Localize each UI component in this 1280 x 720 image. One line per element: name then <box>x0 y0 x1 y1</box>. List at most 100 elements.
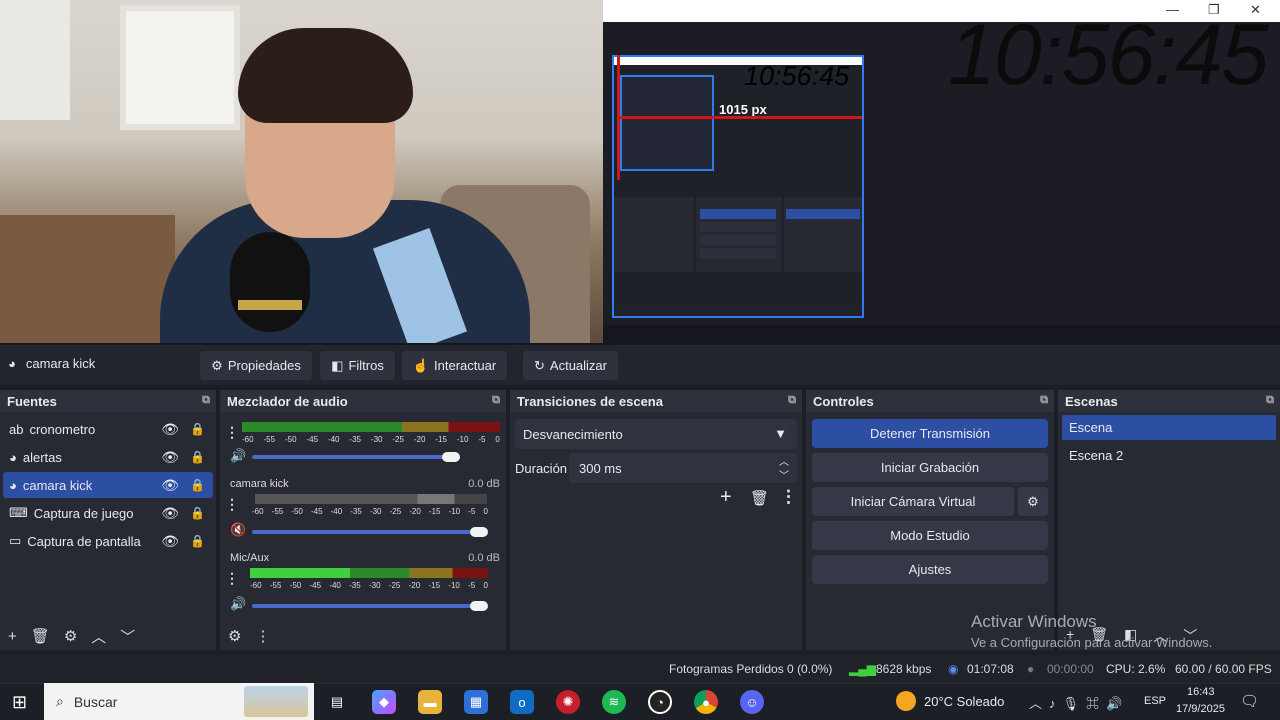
properties-button[interactable]: ⚙ Propiedades <box>200 351 312 380</box>
settings-button[interactable]: Ajustes <box>812 555 1048 584</box>
scale-tick: -40 <box>327 435 340 444</box>
popout-icon[interactable]: ⧉ <box>788 394 796 407</box>
scale-tick: -20 <box>413 435 426 444</box>
muted-speaker-icon[interactable]: 🔇 <box>230 522 246 538</box>
source-item-camara-kick[interactable]: ◕ camara kick 👁 🔒 <box>3 472 213 498</box>
lock-icon[interactable]: 🔒 <box>190 422 205 436</box>
weather-text[interactable]: 20°C Soleado <box>924 694 1004 709</box>
eye-icon[interactable]: 👁 <box>161 505 179 522</box>
menu-dots-icon[interactable]: ⋮ <box>255 627 270 645</box>
volume-slider[interactable] <box>252 530 482 534</box>
clock-date[interactable]: 17/9/2025 <box>1176 703 1225 715</box>
scale-tick: -60 <box>250 581 262 590</box>
source-label: camara kick <box>22 477 93 493</box>
outlook-icon[interactable]: o <box>510 690 534 714</box>
spin-up-icon[interactable]: ︿ <box>779 453 789 468</box>
volume-slider-handle[interactable] <box>470 601 488 611</box>
popout-icon[interactable]: ⧉ <box>202 394 210 407</box>
volume-slider[interactable] <box>252 455 452 459</box>
menu-dots-icon[interactable]: ⋮ <box>225 496 239 513</box>
lock-icon[interactable]: 🔒 <box>190 506 205 520</box>
transition-selected: Desvanecimiento <box>523 427 623 442</box>
lock-icon[interactable]: 🔒 <box>190 478 205 492</box>
source-toolbar <box>0 345 1280 385</box>
popout-icon[interactable]: ⧉ <box>1266 394 1274 407</box>
spin-down-icon[interactable]: ﹀ <box>779 467 789 482</box>
add-icon[interactable]: + <box>8 628 17 645</box>
windows-start-icon[interactable]: ⊞ <box>12 692 27 713</box>
store-icon[interactable]: ▦ <box>464 690 488 714</box>
stream-time: 01:07:08 <box>967 662 1014 676</box>
eye-icon[interactable]: 👁 <box>161 533 179 550</box>
lock-icon[interactable]: 🔒 <box>190 534 205 548</box>
start-recording-button[interactable]: Iniciar Grabación <box>812 453 1048 482</box>
start-virtual-camera-button[interactable]: Iniciar Cámara Virtual <box>812 487 1014 516</box>
scale-tick: -5 <box>468 507 476 516</box>
scale-tick: -10 <box>448 507 461 516</box>
eye-icon[interactable]: 👁 <box>161 449 179 466</box>
discord-icon[interactable]: ☺ <box>740 690 764 714</box>
taskbar-search[interactable]: ⌕ Buscar <box>44 683 314 720</box>
gears-icon[interactable]: ⚙ <box>228 627 241 645</box>
copilot-icon[interactable]: ◆ <box>372 690 396 714</box>
stop-streaming-button[interactable]: Detener Transmisión <box>812 419 1048 448</box>
obs-icon[interactable]: ◔ <box>648 690 672 714</box>
volume-meter <box>250 568 488 578</box>
app-red-icon[interactable]: ✺ <box>556 690 580 714</box>
chevron-down-icon[interactable]: ﹀ <box>120 626 135 647</box>
task-view-icon[interactable]: ▤ <box>325 690 349 714</box>
virtual-camera-settings-button[interactable]: ⚙ <box>1018 487 1048 516</box>
refresh-button[interactable]: ↻ Actualizar <box>523 351 618 380</box>
red-guide-horizontal <box>617 116 862 119</box>
volume-slider-handle[interactable] <box>470 527 488 537</box>
gear-icon[interactable]: ⚙ <box>64 627 77 645</box>
scene-item-escena[interactable]: Escena <box>1062 415 1276 440</box>
cronometro-text: 10:56:45 <box>948 7 1269 103</box>
file-explorer-icon[interactable]: ▬ <box>418 690 442 714</box>
transition-select[interactable]: Desvanecimiento ▼ <box>515 419 797 449</box>
preview-canvas[interactable]: — ❐ ✕ 10:56:45 10:56:45 1015 px <box>0 0 1280 345</box>
clock-time[interactable]: 16:43 <box>1187 686 1215 698</box>
eye-icon[interactable]: 👁 <box>161 421 179 438</box>
menu-dots-icon[interactable]: ⋮ <box>225 570 239 587</box>
duration-value: 300 ms <box>579 461 622 476</box>
source-item-captura-de-pantalla[interactable]: ▭ Captura de pantalla 👁 🔒 <box>3 528 213 554</box>
scenes-title: Escenas <box>1065 394 1118 409</box>
fps: 60.00 / 60.00 FPS <box>1175 662 1272 676</box>
language-indicator[interactable]: ESP <box>1144 695 1166 707</box>
studio-mode-button[interactable]: Modo Estudio <box>812 521 1048 550</box>
selected-source: ◕ camara kick <box>8 356 95 371</box>
mixer-channel-partial: ⋮ -60 -55 -50 -45 -40 -35 -30 -25 -20 -15 -10 -5 0 🔊 <box>220 414 506 466</box>
menu-dots-icon[interactable]: ⋮ <box>225 424 239 441</box>
scale-tick: -30 <box>370 435 383 444</box>
volume-slider[interactable] <box>252 604 482 608</box>
popout-icon[interactable]: ⧉ <box>1040 394 1048 407</box>
notification-icon[interactable]: 🗨 <box>1240 692 1259 710</box>
source-item-cronometro[interactable]: ab cronometro 👁 🔒 <box>3 416 213 442</box>
gamepad-icon: ⌨ <box>9 505 28 520</box>
volume-meter <box>242 422 500 432</box>
spotify-icon[interactable]: ≋ <box>602 690 626 714</box>
filters-button[interactable]: ◧ Filtros <box>320 351 395 380</box>
microphone-band <box>238 300 302 310</box>
scene-item-escena-2[interactable]: Escena 2 <box>1062 443 1276 468</box>
scale-tick: -35 <box>350 507 362 516</box>
chevron-up-icon[interactable]: ︿ <box>91 626 106 647</box>
trash-icon[interactable]: 🗑 <box>750 489 769 507</box>
eye-icon[interactable]: 👁 <box>161 477 179 494</box>
system-tray-icons[interactable]: ︿♪🎙⌘🔊 <box>1029 693 1129 712</box>
volume-slider-handle[interactable] <box>442 452 460 462</box>
speaker-icon[interactable]: 🔊 <box>230 448 246 464</box>
menu-dots-icon[interactable]: ⋮ <box>780 487 797 507</box>
source-item-alertas[interactable]: ◕ alertas 👁 🔒 <box>3 444 213 470</box>
duration-input[interactable]: 300 ms ︿ ﹀ <box>569 453 797 483</box>
chrome-icon[interactable]: ● <box>694 690 718 714</box>
popout-icon[interactable]: ⧉ <box>492 394 500 407</box>
scale-tick: -15 <box>435 435 447 444</box>
interact-button[interactable]: ☝ Interactuar <box>402 351 507 380</box>
lock-icon[interactable]: 🔒 <box>190 450 205 464</box>
trash-icon[interactable]: 🗑 <box>31 627 50 645</box>
source-item-captura-de-juego[interactable]: ⌨ Captura de juego 👁 🔒 <box>3 500 213 526</box>
add-icon[interactable]: + <box>720 486 732 509</box>
speaker-icon[interactable]: 🔊 <box>230 596 246 612</box>
